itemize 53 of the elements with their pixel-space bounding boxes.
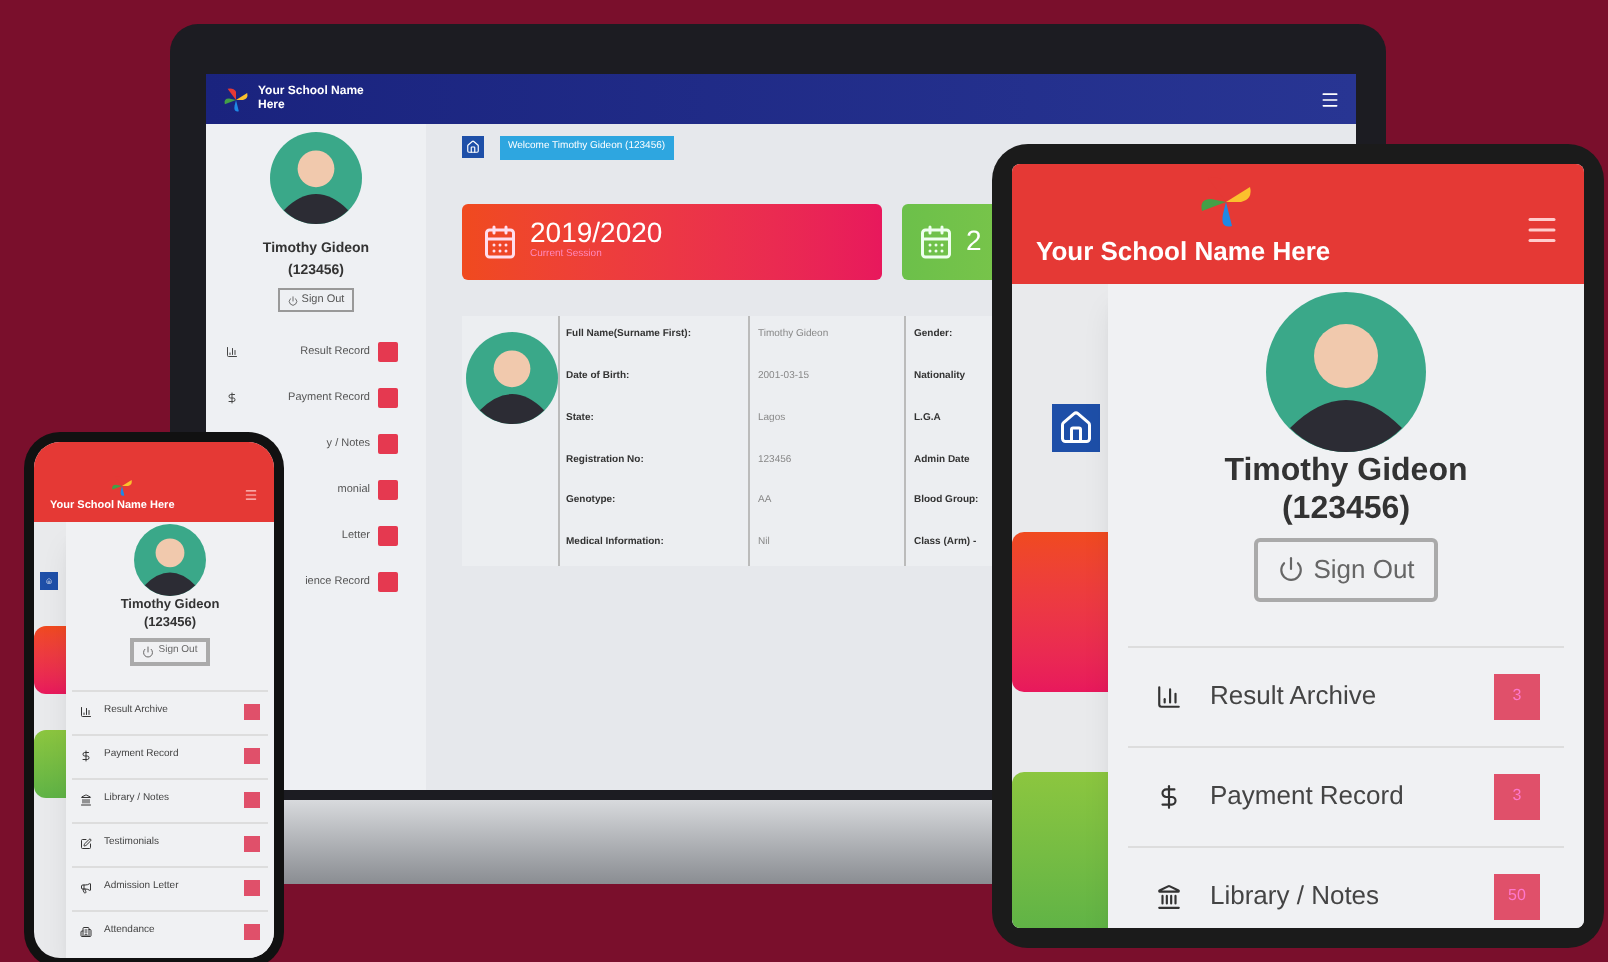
menu-item-icon: [80, 706, 92, 718]
avatar-icon: [466, 331, 558, 423]
home-button[interactable]: [462, 136, 484, 159]
power-icon: [1277, 556, 1304, 583]
count-badge: [244, 792, 260, 808]
menu-item-label: Payment Record: [1210, 778, 1406, 815]
home-button[interactable]: [1052, 404, 1100, 452]
count-badge: [378, 434, 398, 455]
menu-item-icon: [1156, 683, 1182, 709]
menu-item-icon: [80, 926, 92, 938]
menu-item-icon: [226, 392, 238, 405]
menu-item[interactable]: Result Archive 3: [1128, 645, 1564, 745]
count-badge: [378, 572, 398, 593]
menu-item-icon: [80, 882, 92, 894]
menu-item[interactable]: Library / Notes 50: [1128, 845, 1564, 928]
count-badge: [244, 880, 260, 896]
menu-item-icon: [1156, 783, 1182, 809]
count-badge: [378, 342, 398, 363]
school-name: Your School Name Here: [1036, 234, 1331, 270]
count-badge: 50: [1494, 873, 1540, 919]
count-badge: [244, 704, 260, 720]
student-id: (123456): [1281, 490, 1411, 528]
calendar-icon: [482, 223, 518, 259]
avatar-icon: [270, 132, 362, 224]
menu-item-icon: [80, 750, 92, 762]
count-badge: 3: [1494, 773, 1540, 819]
power-icon: [287, 295, 298, 306]
count-badge: [244, 748, 260, 764]
count-badge: [378, 480, 398, 501]
sign-out-button[interactable]: Sign Out: [1253, 538, 1439, 601]
menu-item-icon: [80, 794, 92, 806]
menu-item-icon: [80, 838, 92, 850]
count-badge: [244, 836, 260, 852]
pinwheel-logo-icon: [222, 85, 250, 113]
count-badge: [378, 388, 398, 409]
session-card: [34, 626, 66, 694]
menu-item[interactable]: Payment Record 3: [1128, 745, 1564, 845]
avatar-icon: [1266, 292, 1426, 452]
term-value: 2: [966, 222, 982, 260]
count-badge: [378, 526, 398, 547]
calendar-icon: [918, 223, 954, 259]
student-name: Timothy Gideon: [1224, 452, 1468, 490]
count-badge: 3: [1494, 673, 1540, 719]
term-card: [34, 730, 66, 798]
menu-icon[interactable]: [1320, 89, 1340, 109]
count-badge: [244, 924, 260, 940]
power-icon: [142, 645, 155, 658]
session-year: 2019/2020: [530, 218, 663, 249]
menu-item-label: Result Archive: [1210, 678, 1379, 715]
menu-item-icon: [1156, 883, 1182, 909]
menu-item-label: Library / Notes: [1210, 878, 1382, 915]
avatar-icon: [134, 524, 206, 596]
menu-item-icon: [226, 346, 238, 359]
